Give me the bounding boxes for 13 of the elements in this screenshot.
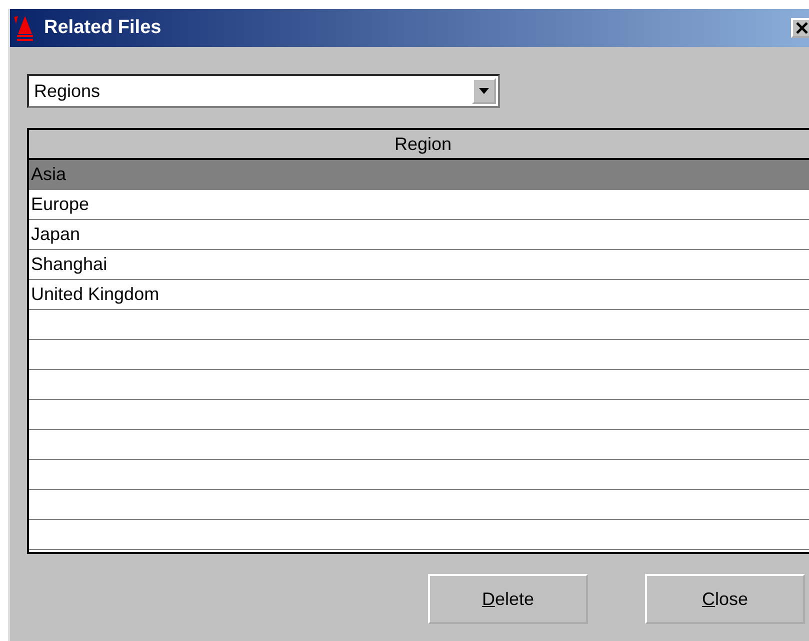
- column-header[interactable]: Region: [29, 130, 809, 160]
- dialog-button[interactable]: Delete: [428, 574, 588, 624]
- caret-icon: [479, 88, 489, 94]
- dropdown-button[interactable]: [472, 78, 496, 104]
- close-icon[interactable]: [791, 18, 809, 38]
- table-row[interactable]: Europe: [29, 190, 809, 220]
- dialog-button[interactable]: Close: [645, 574, 805, 624]
- table-row[interactable]: Shanghai: [29, 250, 809, 280]
- table-row[interactable]: United Kingdom: [29, 280, 809, 310]
- window-title: Related Files: [44, 17, 162, 39]
- dropdown-field[interactable]: Regions: [27, 74, 500, 108]
- table-row[interactable]: Asia: [29, 160, 809, 190]
- table-row[interactable]: Japan: [29, 220, 809, 250]
